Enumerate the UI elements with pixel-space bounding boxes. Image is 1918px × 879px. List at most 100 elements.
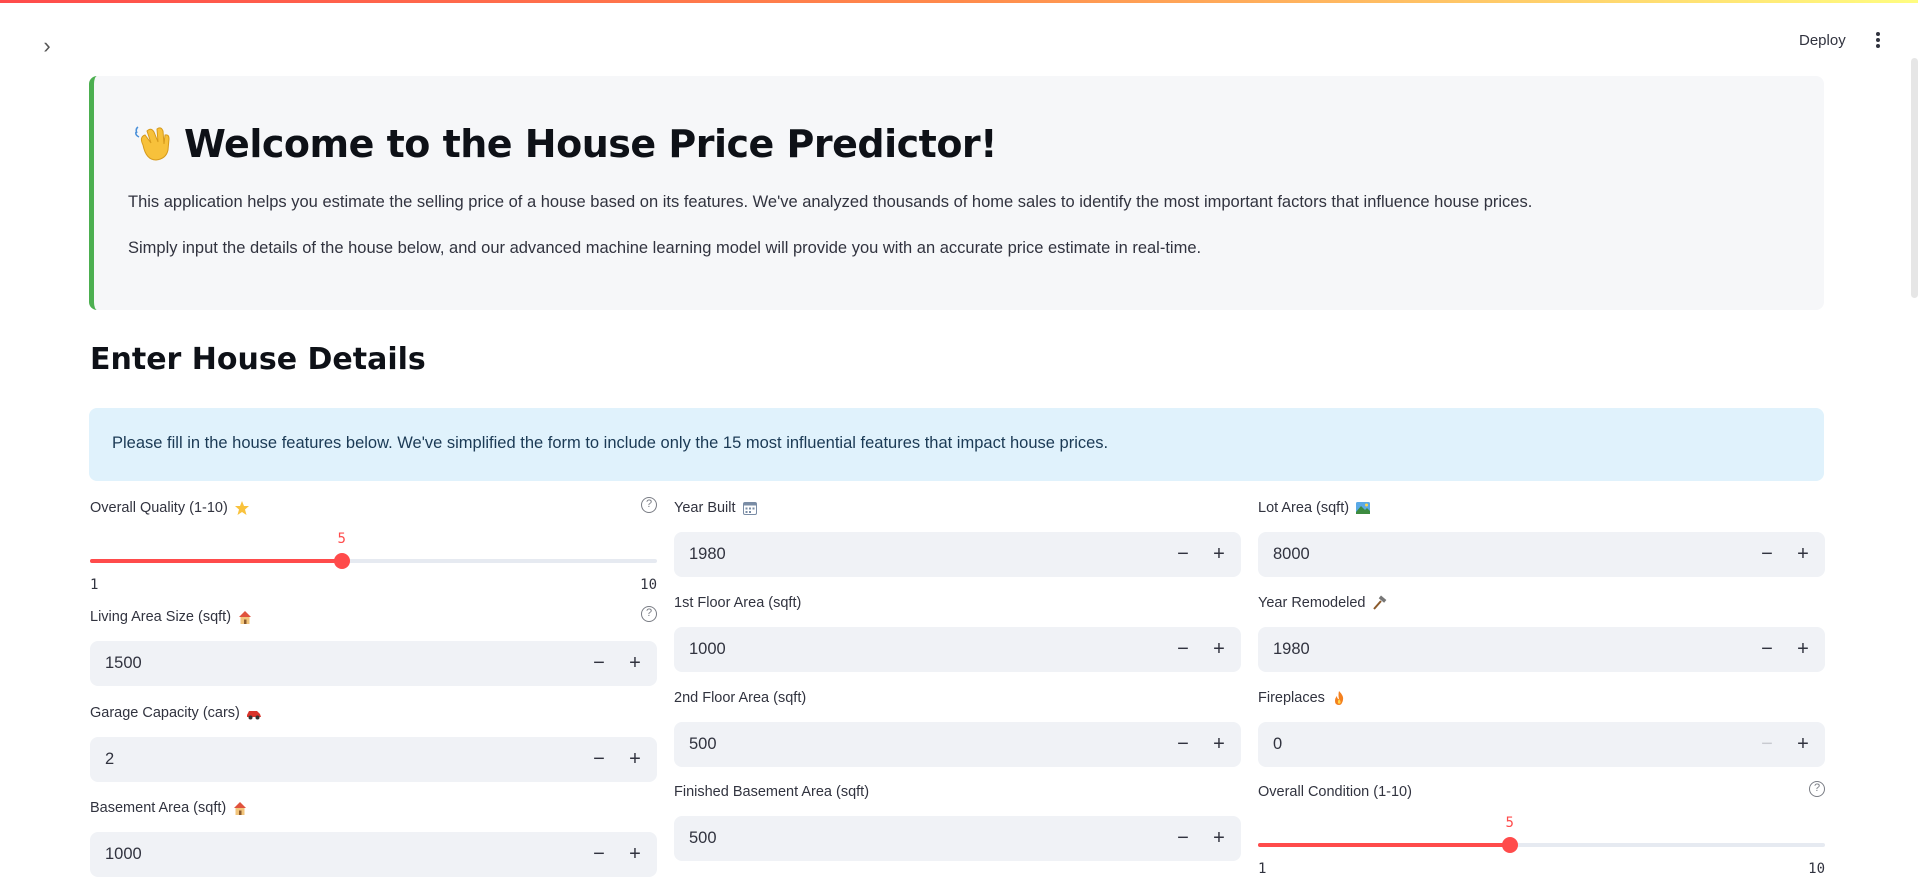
increment-button[interactable]: + xyxy=(617,832,653,877)
deploy-button[interactable]: Deploy xyxy=(1799,32,1846,49)
year-remodeled-label: Year Remodeled xyxy=(1258,592,1825,614)
slider-thumb[interactable] xyxy=(1501,837,1518,853)
help-icon[interactable]: ? xyxy=(641,606,657,622)
decrement-button[interactable]: − xyxy=(1165,816,1201,861)
finished-basement-area-input[interactable] xyxy=(689,816,1109,861)
waving-hand-icon xyxy=(135,126,170,161)
hammer-icon xyxy=(1373,595,1387,610)
year-remodeled-input[interactable] xyxy=(1273,627,1693,672)
year-built-label-text: Year Built xyxy=(674,500,736,516)
slider-track[interactable] xyxy=(1258,843,1825,847)
year-built-number-input[interactable]: − + xyxy=(674,532,1241,577)
top-decoration-stripe xyxy=(0,0,1918,3)
decrement-button[interactable]: − xyxy=(1749,627,1785,672)
slider-max: 10 xyxy=(1808,861,1825,877)
year-built-label: Year Built xyxy=(674,497,1241,519)
overall-condition-label-text: Overall Condition (1-10) xyxy=(1258,784,1412,800)
living-area-label: Living Area Size (sqft) xyxy=(90,606,657,628)
house-icon xyxy=(234,802,247,815)
landscape-icon xyxy=(1356,502,1371,514)
slider-fill xyxy=(1258,843,1510,847)
year-remodeled-label-text: Year Remodeled xyxy=(1258,595,1366,611)
slider-thumb[interactable] xyxy=(333,553,350,569)
fireplaces-input[interactable] xyxy=(1273,722,1693,767)
living-area-number-input[interactable]: − + xyxy=(90,641,657,686)
basement-area-label: Basement Area (sqft) xyxy=(90,797,657,819)
garage-capacity-field: Garage Capacity (cars) − + xyxy=(90,702,657,782)
basement-area-number-input[interactable]: − + xyxy=(90,832,657,877)
garage-capacity-number-input[interactable]: − + xyxy=(90,737,657,782)
first-floor-area-input[interactable] xyxy=(689,627,1109,672)
finished-basement-area-field: Finished Basement Area (sqft) − + xyxy=(674,781,1241,861)
increment-button[interactable]: + xyxy=(1201,627,1237,672)
calendar-icon xyxy=(742,502,757,515)
welcome-card: Welcome to the House Price Predictor! Th… xyxy=(89,76,1824,310)
finished-basement-area-label-text: Finished Basement Area (sqft) xyxy=(674,784,870,800)
lot-area-field: Lot Area (sqft) − + xyxy=(1258,497,1825,577)
living-area-input[interactable] xyxy=(105,641,525,686)
welcome-title: Welcome to the House Price Predictor! xyxy=(132,122,998,166)
slider-track[interactable] xyxy=(90,559,657,563)
increment-button[interactable]: + xyxy=(1785,627,1821,672)
overall-quality-label: Overall Quality (1-10) xyxy=(90,497,657,519)
increment-button[interactable]: + xyxy=(617,737,653,782)
second-floor-area-label-text: 2nd Floor Area (sqft) xyxy=(674,690,807,706)
basement-area-field: Basement Area (sqft) − + xyxy=(90,797,657,877)
overall-condition-label: Overall Condition (1-10) xyxy=(1258,781,1825,803)
first-floor-area-number-input[interactable]: − + xyxy=(674,627,1241,672)
section-title: Enter House Details xyxy=(90,342,426,377)
lot-area-input[interactable] xyxy=(1273,532,1693,577)
basement-area-input[interactable] xyxy=(105,832,525,877)
help-icon[interactable]: ? xyxy=(641,497,657,513)
finished-basement-area-number-input[interactable]: − + xyxy=(674,816,1241,861)
help-icon[interactable]: ? xyxy=(1809,781,1825,797)
slider-min: 1 xyxy=(1258,861,1267,877)
page-scrollbar[interactable] xyxy=(1911,58,1918,298)
year-remodeled-field: Year Remodeled − + xyxy=(1258,592,1825,672)
decrement-button[interactable]: − xyxy=(581,832,617,877)
info-alert: Please fill in the house features below.… xyxy=(89,408,1824,481)
overall-condition-slider-value: 5 xyxy=(1505,815,1514,831)
increment-button[interactable]: + xyxy=(1785,532,1821,577)
year-built-field: Year Built − + xyxy=(674,497,1241,577)
welcome-paragraph-2: Simply input the details of the house be… xyxy=(128,239,1202,257)
increment-button[interactable]: + xyxy=(1201,532,1237,577)
lot-area-number-input[interactable]: − + xyxy=(1258,532,1825,577)
lot-area-label: Lot Area (sqft) xyxy=(1258,497,1825,519)
decrement-button[interactable]: − xyxy=(1749,532,1785,577)
garage-capacity-label: Garage Capacity (cars) xyxy=(90,702,657,724)
increment-button[interactable]: + xyxy=(1785,722,1821,767)
decrement-button[interactable]: − xyxy=(1165,722,1201,767)
decrement-button[interactable]: − xyxy=(1165,532,1201,577)
garage-capacity-input[interactable] xyxy=(105,737,525,782)
decrement-button[interactable]: − xyxy=(581,737,617,782)
year-built-input[interactable] xyxy=(689,532,1109,577)
decrement-button[interactable]: − xyxy=(1749,722,1785,767)
finished-basement-area-label: Finished Basement Area (sqft) xyxy=(674,781,1241,803)
fireplaces-number-input[interactable]: − + xyxy=(1258,722,1825,767)
overall-quality-slider-field: Overall Quality (1-10) ? 5 1 10 xyxy=(90,497,657,593)
overall-condition-slider-field: Overall Condition (1-10) ? 5 1 10 xyxy=(1258,781,1825,877)
slider-fill xyxy=(90,559,342,563)
welcome-paragraph-1: This application helps you estimate the … xyxy=(128,193,1533,211)
second-floor-area-number-input[interactable]: − + xyxy=(674,722,1241,767)
overall-quality-slider-value: 5 xyxy=(337,531,346,547)
lot-area-label-text: Lot Area (sqft) xyxy=(1258,500,1350,516)
garage-capacity-label-text: Garage Capacity (cars) xyxy=(90,705,240,721)
decrement-button[interactable]: − xyxy=(581,641,617,686)
sidebar-expand-chevron-icon[interactable]: › xyxy=(36,35,58,58)
decrement-button[interactable]: − xyxy=(1165,627,1201,672)
fireplaces-label: Fireplaces xyxy=(1258,687,1825,709)
overall-condition-slider[interactable]: 5 1 10 xyxy=(1258,803,1825,877)
year-remodeled-number-input[interactable]: − + xyxy=(1258,627,1825,672)
increment-button[interactable]: + xyxy=(617,641,653,686)
second-floor-area-input[interactable] xyxy=(689,722,1109,767)
living-area-label-text: Living Area Size (sqft) xyxy=(90,609,232,625)
increment-button[interactable]: + xyxy=(1201,722,1237,767)
increment-button[interactable]: + xyxy=(1201,816,1237,861)
star-icon xyxy=(234,501,249,515)
welcome-title-text: Welcome to the House Price Predictor! xyxy=(184,122,998,166)
overall-quality-slider[interactable]: 5 1 10 xyxy=(90,519,657,593)
second-floor-area-field: 2nd Floor Area (sqft) − + xyxy=(674,687,1241,767)
main-menu-kebab-icon[interactable] xyxy=(1870,32,1886,52)
